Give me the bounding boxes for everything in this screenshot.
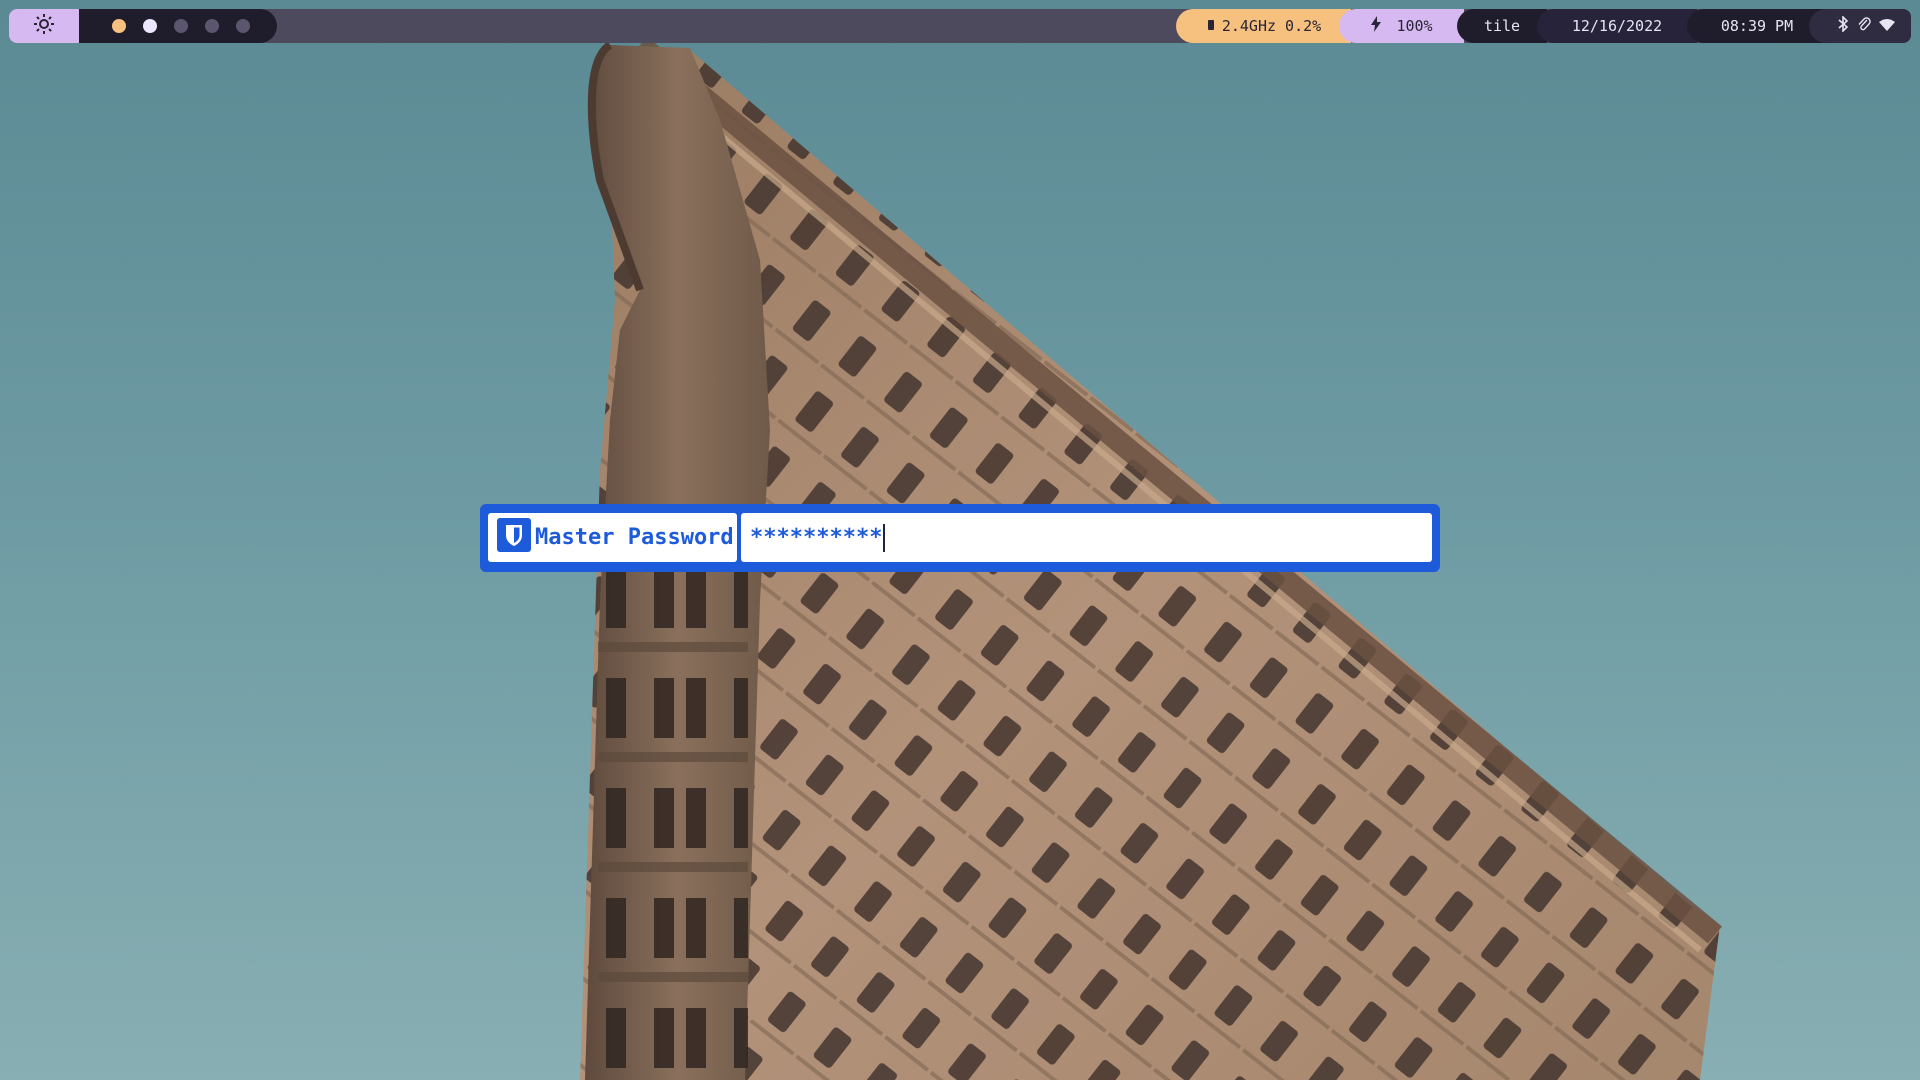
bluetooth-icon[interactable] [1837,15,1849,36]
password-prompt: Master Password ********** [480,504,1440,572]
battery-text: 100% [1396,17,1433,35]
workspace-4[interactable] [205,19,219,33]
paperclip-icon[interactable] [1857,16,1871,36]
master-password-input[interactable]: ********** [741,513,1432,562]
launcher-button[interactable] [9,9,79,43]
cpu-text: 2.4GHz 0.2% [1221,17,1322,35]
text-caret [883,523,886,552]
password-value: ********** [750,525,883,550]
cpu-widget[interactable]: 2.4GHz 0.2% [1176,9,1351,43]
workspace-3[interactable] [174,19,188,33]
workspace-switcher [79,9,277,43]
wifi-icon[interactable] [1879,17,1895,35]
prompt-label-box: Master Password [488,513,737,562]
top-bar: 2.4GHz 0.2% 100% tile 12/16/2022 08:39 P… [9,9,1911,43]
bitwarden-shield-icon [497,517,531,558]
clock-widget[interactable]: 08:39 PM [1687,9,1827,43]
system-tray [1809,9,1911,43]
layout-indicator[interactable]: tile [1457,9,1547,43]
date-text: 12/16/2022 [1571,17,1663,35]
prompt-label: Master Password [535,525,734,550]
battery-widget[interactable]: 100% [1339,9,1464,43]
time-text: 08:39 PM [1720,17,1794,35]
workspace-5[interactable] [236,19,250,33]
workspace-2[interactable] [143,19,157,33]
cpu-icon [1206,17,1216,35]
layout-text: tile [1483,17,1521,35]
date-widget[interactable]: 12/16/2022 [1537,9,1697,43]
lightning-icon [1370,16,1382,36]
gear-icon [32,12,56,40]
workspace-1[interactable] [112,19,126,33]
